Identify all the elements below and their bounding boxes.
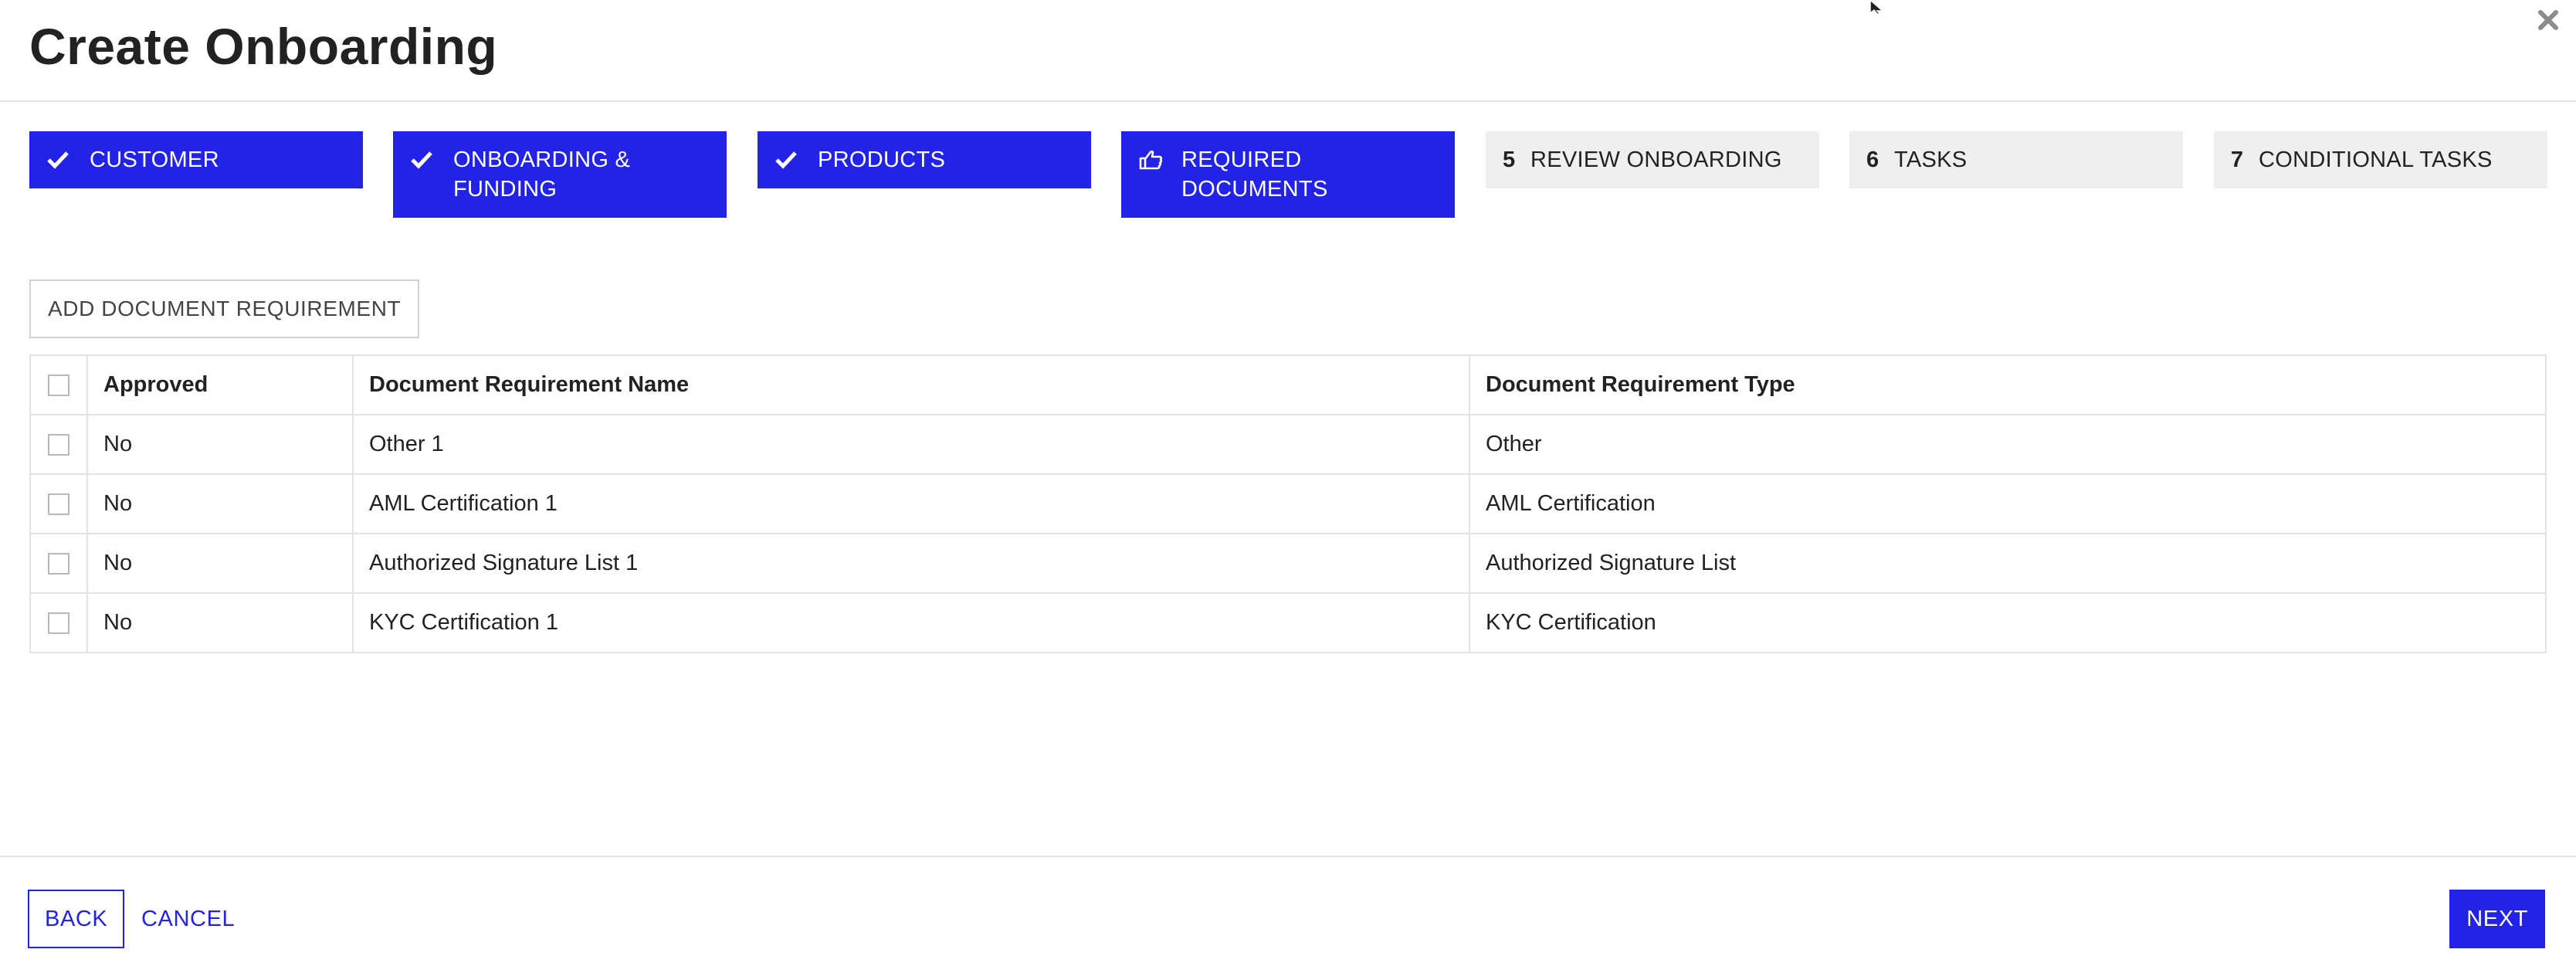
- document-requirements-table: Approved Document Requirement Name Docum…: [29, 354, 2547, 653]
- table-header-row: Approved Document Requirement Name Docum…: [29, 354, 2547, 415]
- name-cell: AML Certification 1: [352, 473, 1470, 534]
- column-header-name[interactable]: Document Requirement Name: [352, 354, 1470, 415]
- table-row[interactable]: No Authorized Signature List 1 Authorize…: [29, 533, 2547, 594]
- mouse-cursor-icon: [1869, 0, 1884, 14]
- step-products[interactable]: PRODUCTS: [758, 131, 1091, 188]
- column-header-approved[interactable]: Approved: [86, 354, 354, 415]
- add-document-requirement-button[interactable]: ADD DOCUMENT REQUIREMENT: [29, 280, 420, 338]
- column-header-type[interactable]: Document Requirement Type: [1469, 354, 2547, 415]
- check-icon: [410, 145, 438, 175]
- create-onboarding-dialog: Create Onboarding CUSTOMER ONBOARDING & …: [0, 0, 2576, 973]
- row-checkbox[interactable]: [48, 553, 69, 575]
- step-label: PRODUCTS: [818, 147, 946, 172]
- table-row[interactable]: No AML Certification 1 AML Certification: [29, 473, 2547, 534]
- type-cell: AML Certification: [1469, 473, 2547, 534]
- step-conditional-tasks[interactable]: 7 CONDITIONAL TASKS: [2214, 131, 2547, 188]
- row-checkbox[interactable]: [48, 612, 69, 635]
- step-number: 6: [1866, 147, 1879, 172]
- step-label: REVIEW ONBOARDING: [1530, 147, 1782, 172]
- step-label: TASKS: [1894, 147, 1968, 172]
- row-select-cell: [29, 592, 88, 653]
- step-label: REQUIRED DOCUMENTS: [1181, 147, 1328, 202]
- table-row[interactable]: No KYC Certification 1 KYC Certification: [29, 592, 2547, 653]
- row-checkbox[interactable]: [48, 434, 69, 456]
- select-all-cell: [29, 354, 88, 415]
- row-select-cell: [29, 473, 88, 534]
- dialog-footer: BACK CANCEL NEXT: [0, 856, 2576, 973]
- type-cell: Authorized Signature List: [1469, 533, 2547, 594]
- onboarding-stepper: CUSTOMER ONBOARDING & FUNDING PRODUCTS R…: [29, 131, 2548, 218]
- table-row[interactable]: No Other 1 Other: [29, 414, 2547, 475]
- pointing-hand-icon: [1138, 145, 1166, 175]
- step-onboarding-funding[interactable]: ONBOARDING & FUNDING: [393, 131, 727, 218]
- step-label: ONBOARDING & FUNDING: [453, 147, 631, 202]
- close-button[interactable]: [2531, 3, 2565, 37]
- approved-cell: No: [86, 592, 354, 653]
- type-cell: Other: [1469, 414, 2547, 475]
- step-label: CONDITIONAL TASKS: [2259, 147, 2493, 172]
- approved-cell: No: [86, 414, 354, 475]
- name-cell: Authorized Signature List 1: [352, 533, 1470, 594]
- check-icon: [774, 145, 802, 175]
- check-icon: [46, 145, 74, 175]
- cancel-button[interactable]: CANCEL: [141, 890, 235, 948]
- step-label: CUSTOMER: [90, 147, 219, 172]
- approved-cell: No: [86, 473, 354, 534]
- approved-cell: No: [86, 533, 354, 594]
- type-cell: KYC Certification: [1469, 592, 2547, 653]
- step-review-onboarding[interactable]: 5 REVIEW ONBOARDING: [1486, 131, 1819, 188]
- name-cell: Other 1: [352, 414, 1470, 475]
- page-title: Create Onboarding: [29, 18, 498, 75]
- next-button[interactable]: NEXT: [2449, 890, 2545, 948]
- select-all-checkbox[interactable]: [48, 375, 69, 397]
- dialog-header: Create Onboarding: [0, 0, 2576, 102]
- step-required-documents[interactable]: REQUIRED DOCUMENTS: [1121, 131, 1455, 218]
- name-cell: KYC Certification 1: [352, 592, 1470, 653]
- step-number: 5: [1503, 147, 1516, 172]
- step-tasks[interactable]: 6 TASKS: [1849, 131, 2183, 188]
- row-checkbox[interactable]: [48, 493, 69, 516]
- back-button[interactable]: BACK: [28, 890, 125, 948]
- close-icon: [2538, 10, 2558, 30]
- step-number: 7: [2231, 147, 2244, 172]
- row-select-cell: [29, 533, 88, 594]
- step-customer[interactable]: CUSTOMER: [29, 131, 363, 188]
- row-select-cell: [29, 414, 88, 475]
